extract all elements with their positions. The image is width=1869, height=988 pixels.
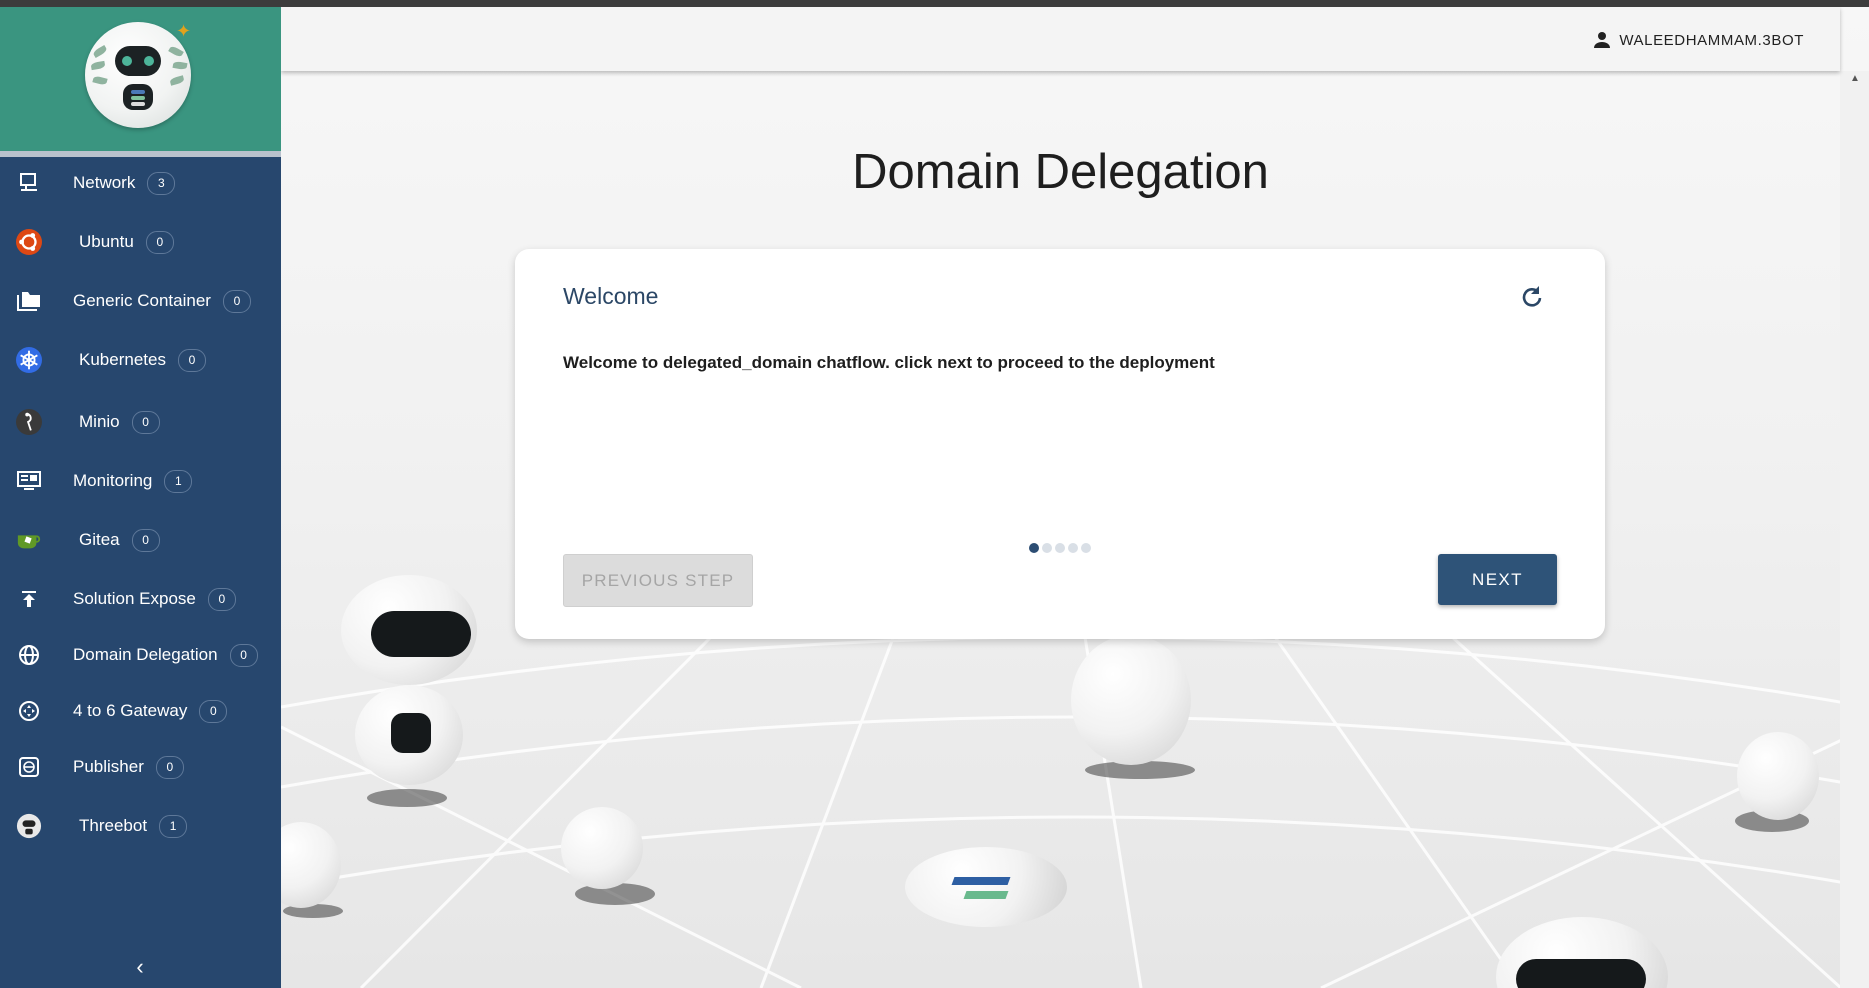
page-title: Domain Delegation bbox=[852, 145, 1269, 199]
sidebar-item-label: Minio bbox=[79, 412, 120, 431]
refresh-button[interactable] bbox=[1517, 283, 1545, 311]
step-dot bbox=[1042, 543, 1052, 553]
sidebar-item-network[interactable]: Network 3 bbox=[0, 159, 281, 205]
scroll-up-arrow-icon[interactable]: ▲ bbox=[1841, 73, 1869, 89]
count-badge: 0 bbox=[199, 700, 228, 723]
sidebar-item-label: Gitea bbox=[79, 530, 120, 549]
sidebar-item-domain-delegation[interactable]: Domain Delegation 0 bbox=[0, 631, 281, 677]
card-title: Welcome bbox=[563, 283, 659, 309]
sidebar-header: ✦ bbox=[0, 7, 281, 151]
count-badge: 0 bbox=[177, 349, 206, 372]
welcome-message: Welcome to delegated_domain chatflow. cl… bbox=[563, 353, 1215, 372]
folders-icon bbox=[16, 288, 42, 314]
count-badge: 0 bbox=[222, 290, 251, 313]
next-button[interactable]: NEXT bbox=[1438, 554, 1557, 605]
count-badge: 3 bbox=[147, 172, 176, 195]
chatflow-card: Welcome Welcome to delegated_domain chat… bbox=[515, 249, 1605, 639]
published-disc-decoration bbox=[905, 847, 1075, 947]
sidebar-item-minio[interactable]: Minio 0 bbox=[0, 398, 281, 444]
count-badge: 0 bbox=[207, 588, 236, 611]
chevron-left-icon: ‹ bbox=[136, 954, 144, 979]
sidebar-item-4-to-6-gateway[interactable]: 4 to 6 Gateway 0 bbox=[0, 687, 281, 733]
sidebar-item-label: Kubernetes bbox=[79, 350, 166, 369]
robot-decoration bbox=[341, 575, 491, 815]
step-indicator bbox=[1029, 543, 1091, 553]
sidebar-item-ubuntu[interactable]: Ubuntu 0 bbox=[0, 218, 281, 264]
sidebar-item-label: 4 to 6 Gateway bbox=[73, 701, 188, 720]
sidebar-item-kubernetes[interactable]: Kubernetes 0 bbox=[0, 336, 281, 382]
count-badge: 0 bbox=[229, 644, 258, 667]
previous-step-button[interactable]: PREVIOUS STEP bbox=[563, 554, 753, 607]
sidebar-item-label: Ubuntu bbox=[79, 232, 134, 251]
sidebar-item-label: Domain Delegation bbox=[73, 645, 218, 664]
dashboard-monitor-icon bbox=[16, 468, 42, 494]
sidebar-item-label: Monitoring bbox=[73, 471, 153, 490]
publisher-icon bbox=[16, 754, 42, 780]
upload-icon bbox=[16, 586, 42, 612]
count-badge: 0 bbox=[155, 756, 184, 779]
gitea-icon bbox=[16, 527, 42, 553]
count-badge: 1 bbox=[159, 815, 188, 838]
minio-icon bbox=[16, 409, 42, 435]
sidebar-item-monitoring[interactable]: Monitoring 1 bbox=[0, 457, 281, 503]
sidebar-item-solution-expose[interactable]: Solution Expose 0 bbox=[0, 575, 281, 621]
threebot-icon bbox=[16, 813, 42, 839]
main-content: WALEEDHAMMAM.3BOT ▲ Domain Delegation We… bbox=[281, 7, 1869, 988]
sidebar-item-label: Solution Expose bbox=[73, 589, 196, 608]
sidebar-item-gitea[interactable]: Gitea 0 bbox=[0, 516, 281, 562]
sidebar-item-publisher[interactable]: Publisher 0 bbox=[0, 743, 281, 789]
robot-decoration bbox=[1496, 917, 1676, 988]
count-badge: 0 bbox=[131, 529, 160, 552]
step-dot bbox=[1081, 543, 1091, 553]
top-app-bar: WALEEDHAMMAM.3BOT bbox=[281, 7, 1840, 71]
refresh-icon bbox=[1522, 286, 1542, 307]
ubuntu-icon bbox=[16, 229, 42, 255]
robot-decoration bbox=[1733, 732, 1833, 842]
robot-decoration bbox=[561, 807, 671, 917]
gateway-icon bbox=[16, 698, 42, 724]
kubernetes-icon bbox=[16, 347, 42, 373]
sidebar-item-threebot[interactable]: Threebot 1 bbox=[0, 802, 281, 848]
sidebar-item-label: Generic Container bbox=[73, 291, 211, 310]
sidebar: ✦ Network 3 Ubuntu 0 Generic Container 0 bbox=[0, 7, 281, 988]
step-dot bbox=[1068, 543, 1078, 553]
sidebar-item-label: Threebot bbox=[79, 816, 148, 835]
step-dot bbox=[1029, 543, 1039, 553]
person-icon bbox=[1594, 32, 1611, 48]
count-badge: 0 bbox=[131, 411, 160, 434]
step-dot bbox=[1055, 543, 1065, 553]
user-menu[interactable]: WALEEDHAMMAM.3BOT bbox=[1593, 31, 1804, 49]
butterfly-icon: ✦ bbox=[176, 21, 192, 41]
robot-decoration bbox=[281, 822, 361, 922]
window-top-strip bbox=[0, 0, 1869, 7]
collapse-sidebar-button[interactable]: ‹ bbox=[126, 955, 154, 979]
scrollbar[interactable] bbox=[1840, 71, 1869, 988]
count-badge: 0 bbox=[145, 231, 174, 254]
sidebar-item-label: Network bbox=[73, 173, 136, 192]
username: WALEEDHAMMAM.3BOT bbox=[1619, 31, 1804, 49]
monitor-icon bbox=[16, 170, 42, 196]
sidebar-item-generic-container[interactable]: Generic Container 0 bbox=[0, 277, 281, 323]
robot-decoration bbox=[1061, 627, 1211, 787]
sidebar-item-label: Publisher bbox=[73, 757, 144, 776]
count-badge: 1 bbox=[164, 470, 193, 493]
globe-icon bbox=[16, 642, 42, 668]
